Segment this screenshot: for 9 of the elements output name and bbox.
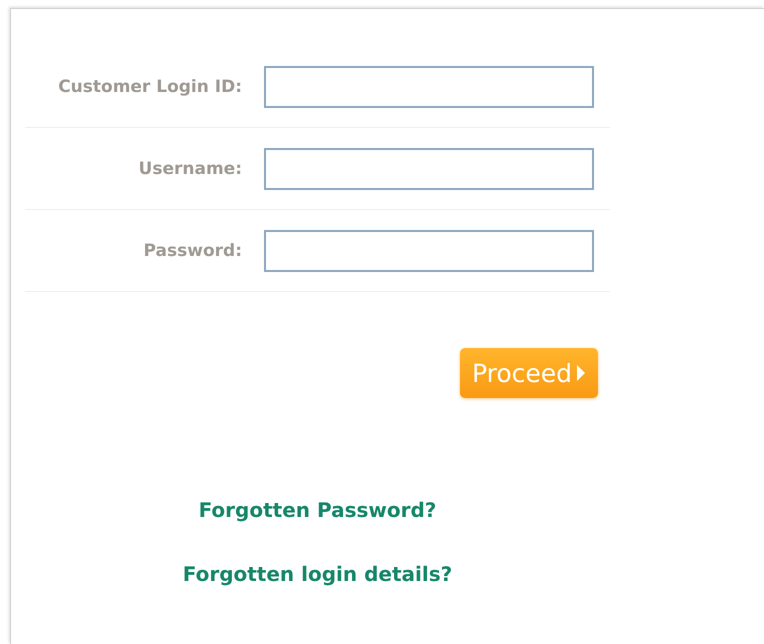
- input-field[interactable]: [264, 230, 594, 272]
- input-field[interactable]: [264, 148, 594, 190]
- field-label: Password:: [142, 240, 242, 260]
- input-field[interactable]: [264, 66, 594, 108]
- link[interactable]: Forgotten Password?: [198, 498, 436, 522]
- field-label: Customer Login ID:: [57, 76, 242, 96]
- caret-icon: [576, 364, 586, 382]
- field-label: Username:: [138, 158, 242, 178]
- link[interactable]: Forgotten login details?: [182, 562, 452, 586]
